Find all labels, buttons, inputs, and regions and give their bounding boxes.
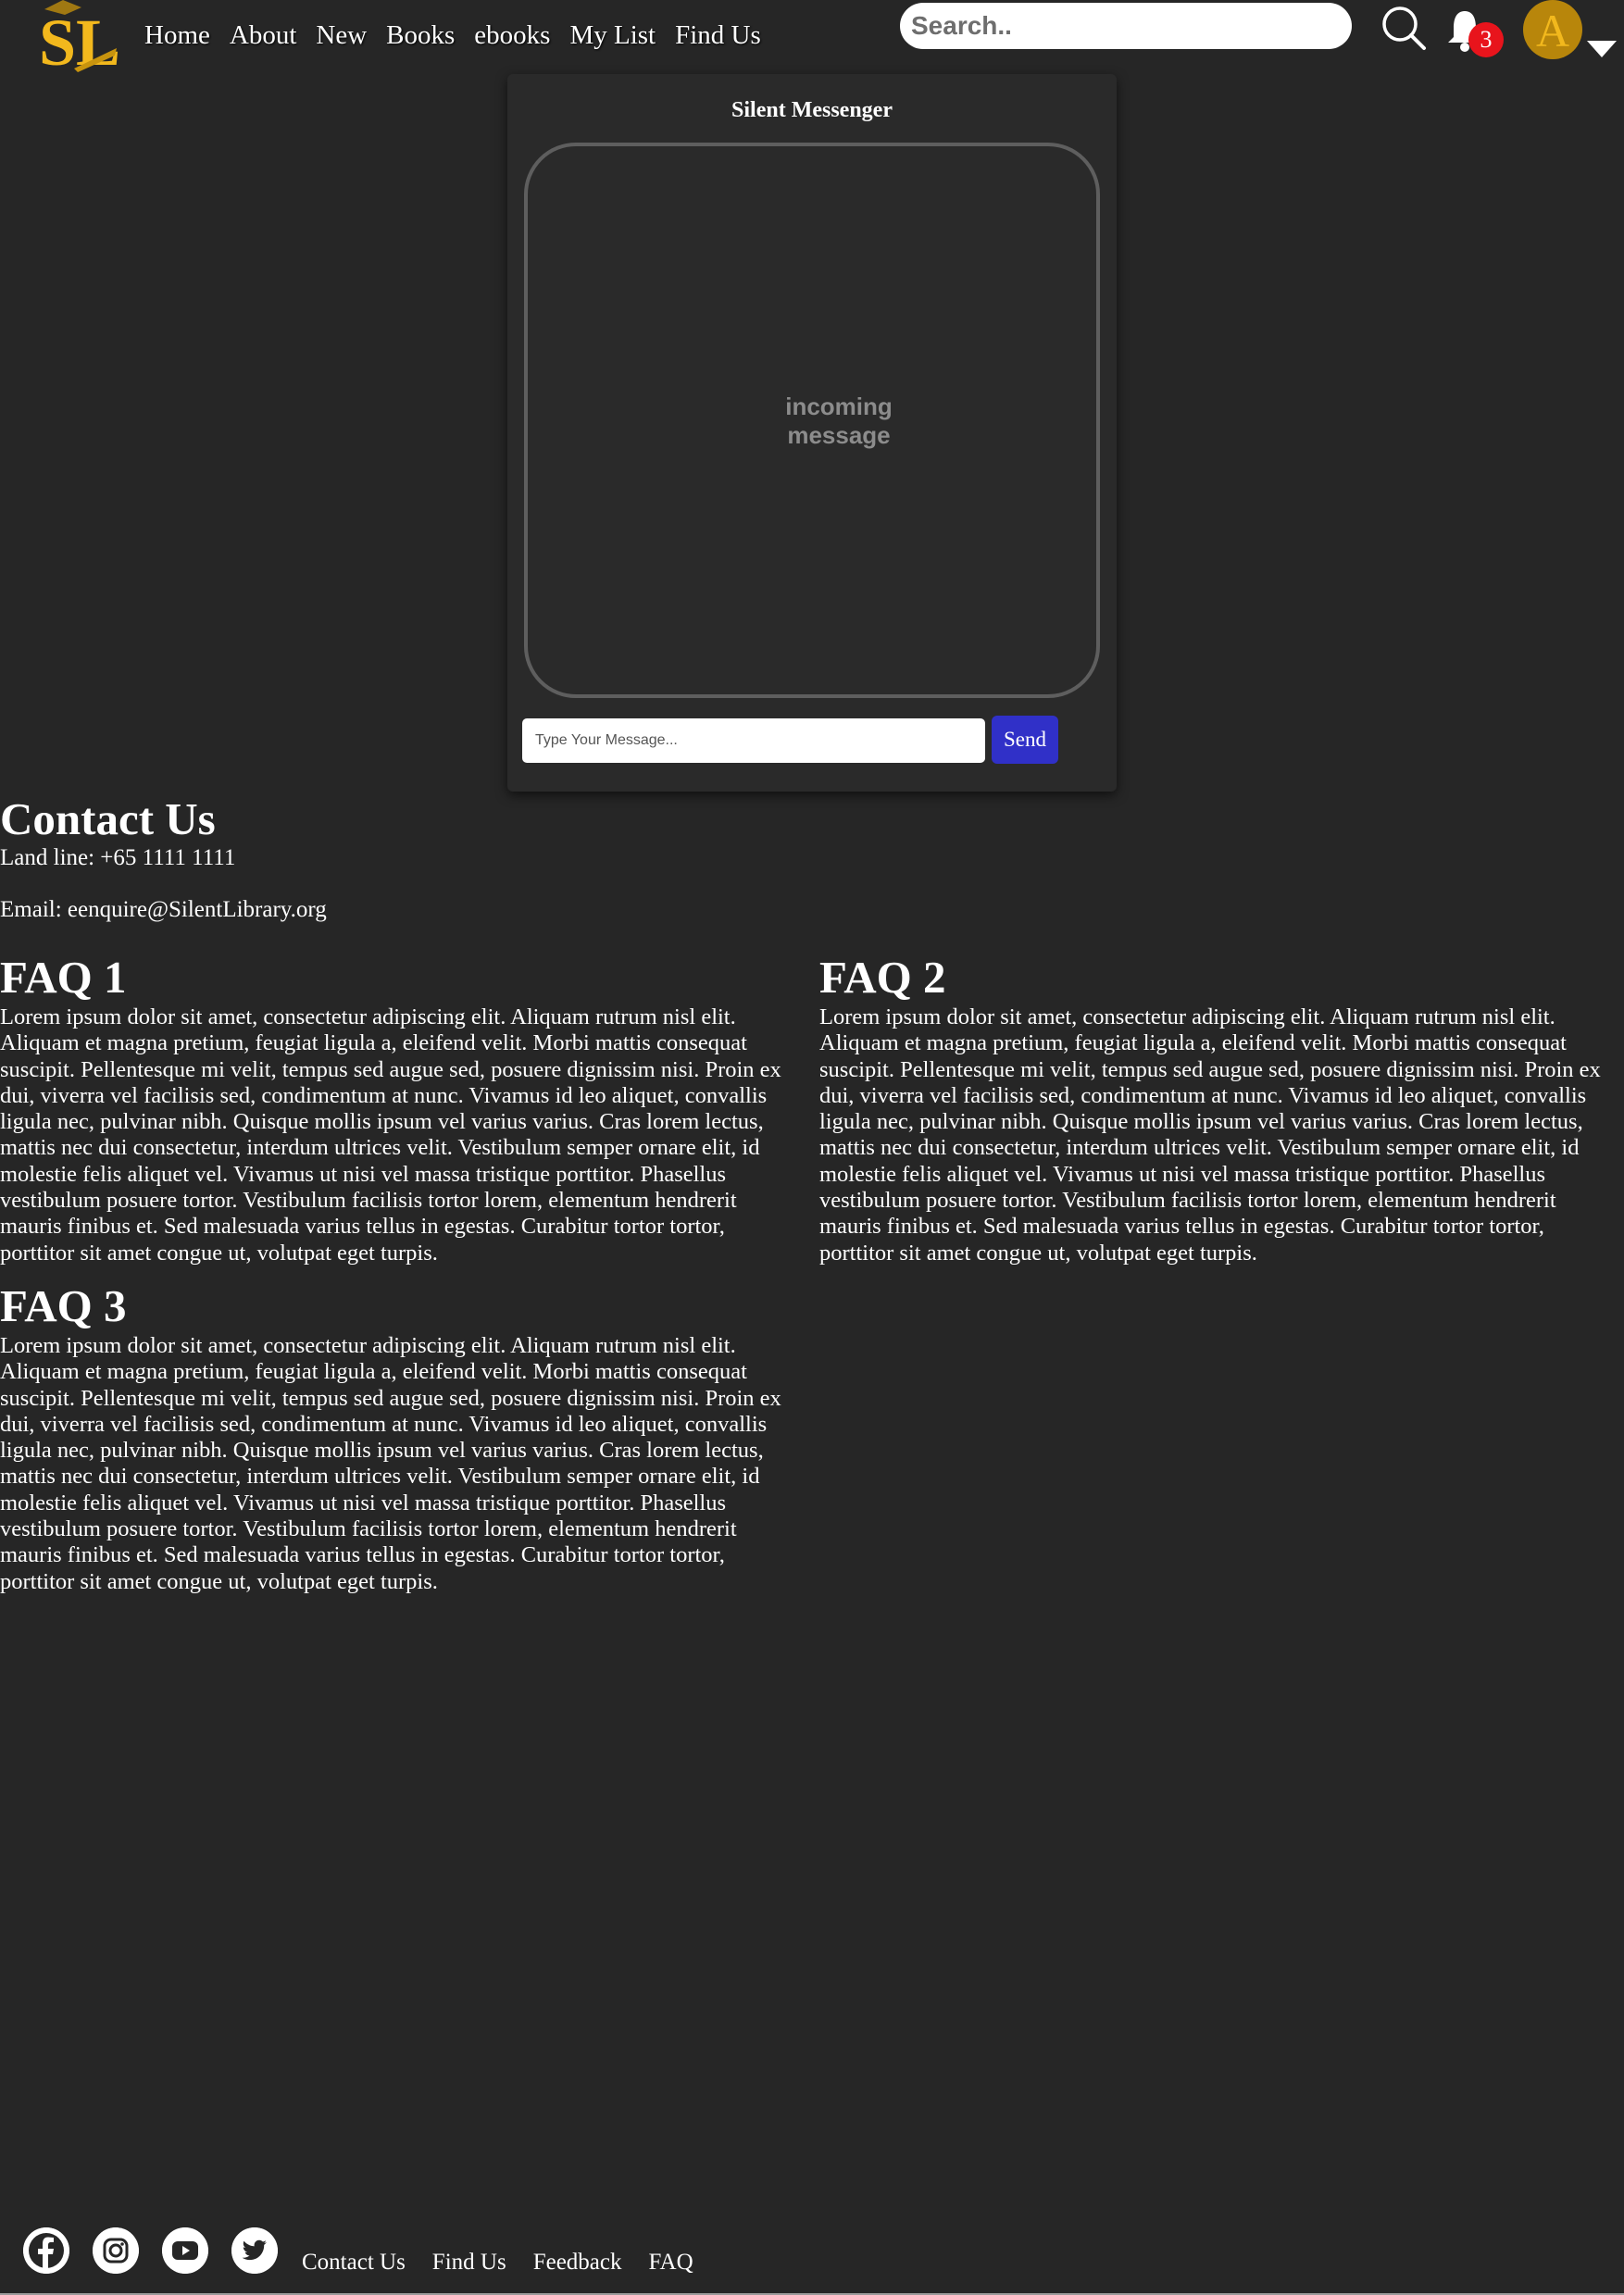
contact-us-heading: Contact Us [0, 793, 216, 844]
faq-2-heading: FAQ 2 [819, 952, 946, 1003]
nav-ebooks-link[interactable]: ebooks [474, 17, 550, 54]
footer: Contact Us Find Us Feedback FAQ [0, 2222, 1624, 2295]
faq-2-body: Lorem ipsum dolor sit amet, consectetur … [819, 1004, 1601, 1266]
footer-find-us-link[interactable]: Find Us [432, 2250, 506, 2276]
facebook-icon[interactable] [23, 2227, 69, 2274]
message-input[interactable] [522, 718, 985, 763]
nav-home-link[interactable]: Home [144, 17, 210, 54]
landline-text: Land line: +65 1111 1111 [0, 845, 236, 870]
twitter-icon[interactable] [231, 2227, 278, 2274]
faq-3-section: FAQ 3 Lorem ipsum dolor sit amet, consec… [0, 1279, 804, 1595]
incoming-message-placeholder: incoming message [785, 393, 893, 449]
user-avatar[interactable]: A [1523, 0, 1582, 59]
faq-3-heading: FAQ 3 [0, 1280, 127, 1331]
main-nav: Home About New Books ebooks My List Find… [144, 17, 781, 54]
footer-links: Contact Us Find Us Feedback FAQ [302, 2250, 720, 2276]
avatar-letter-text: A [1536, 5, 1569, 56]
faq-1-heading: FAQ 1 [0, 952, 127, 1003]
nav-new-link[interactable]: New [316, 17, 367, 54]
silent-messenger-panel: Silent Messenger incoming message Send [507, 74, 1117, 792]
message-display-area: incoming message [524, 143, 1100, 698]
instagram-icon[interactable] [93, 2227, 139, 2274]
nav-about-link[interactable]: About [230, 17, 297, 54]
nav-find-us-link[interactable]: Find Us [675, 17, 761, 54]
footer-contact-us-link[interactable]: Contact Us [302, 2250, 406, 2276]
faq-3-body: Lorem ipsum dolor sit amet, consectetur … [0, 1333, 781, 1594]
footer-faq-link[interactable]: FAQ [648, 2250, 693, 2276]
nav-my-list-link[interactable]: My List [569, 17, 656, 54]
footer-feedback-link[interactable]: Feedback [533, 2250, 622, 2276]
faq-1-body: Lorem ipsum dolor sit amet, consectetur … [0, 1004, 781, 1266]
faq-2-section: FAQ 2 Lorem ipsum dolor sit amet, consec… [819, 951, 1623, 1266]
youtube-icon[interactable] [162, 2227, 208, 2274]
nav-books-link[interactable]: Books [386, 17, 455, 54]
account-dropdown-caret-icon[interactable] [1587, 41, 1617, 57]
send-button[interactable]: Send [992, 716, 1058, 764]
messenger-title: Silent Messenger [731, 98, 893, 122]
faq-1-section: FAQ 1 Lorem ipsum dolor sit amet, consec… [0, 951, 804, 1266]
top-nav-bar: SL Home About New Books ebooks My List F… [0, 0, 1624, 72]
avatar-letter: A [1536, 5, 1569, 56]
search-icon[interactable] [1380, 4, 1428, 52]
email-text: Email: eenquire@SilentLibrary.org [0, 897, 327, 922]
notification-count-badge: 3 [1468, 22, 1504, 57]
silent-library-logo[interactable]: SL [37, 0, 120, 72]
logo-letters: SL [39, 6, 120, 72]
search-input[interactable] [900, 3, 1352, 49]
